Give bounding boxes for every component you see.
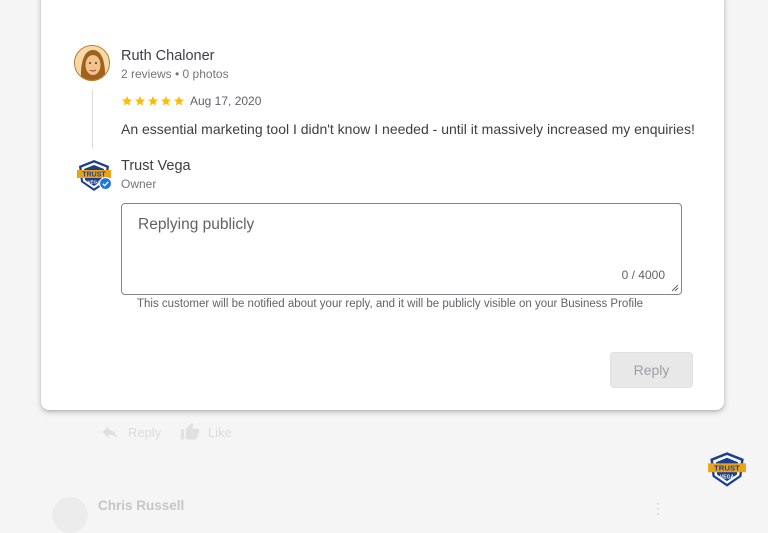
star-icon [122, 96, 132, 106]
resize-grip-icon[interactable] [671, 284, 679, 292]
star-icon [148, 96, 158, 106]
trust-vega-logo: TRUST VEGA [708, 452, 746, 487]
reply-action[interactable]: Reply [100, 422, 161, 442]
next-reviewer-name[interactable]: Chris Russell [98, 498, 184, 513]
reply-notice: This customer will be notified about you… [137, 298, 644, 310]
star-icon [161, 96, 171, 106]
reply-placeholder: Replying publicly [138, 216, 255, 233]
owner-name: Trust Vega [121, 158, 191, 174]
star-icon [135, 96, 145, 106]
reply-action-label: Reply [128, 424, 162, 440]
reviewer-name[interactable]: Ruth Chaloner [121, 48, 215, 64]
like-action[interactable]: Like [180, 422, 232, 442]
character-count: 0 / 4000 [621, 268, 665, 282]
reviewer-meta: 2 reviews • 0 photos [121, 67, 229, 81]
verified-check-icon [99, 177, 112, 190]
reply-arrow-icon [102, 426, 118, 439]
thumbs-up-icon [180, 422, 200, 440]
more-vert-icon[interactable]: ⋮ [651, 500, 665, 517]
owner-role: Owner [121, 177, 157, 191]
rating-row: Aug 17, 2020 [121, 93, 261, 109]
thread-line [92, 90, 93, 148]
submit-reply-button[interactable]: Reply [610, 352, 693, 388]
review-text: An essential marketing tool I didn't kno… [121, 121, 695, 137]
star-icon [174, 96, 184, 106]
like-action-label: Like [208, 424, 232, 440]
review-date: Aug 17, 2020 [190, 94, 262, 108]
reply-textarea[interactable]: Replying publicly 0 / 4000 [121, 203, 682, 295]
corner-logo-text-top: TRUST [714, 464, 740, 473]
reviewer-avatar[interactable] [74, 45, 110, 81]
corner-logo-text-bottom: VEGA [720, 474, 735, 480]
next-reviewer-avatar[interactable] [52, 497, 88, 533]
star-rating [121, 95, 185, 107]
